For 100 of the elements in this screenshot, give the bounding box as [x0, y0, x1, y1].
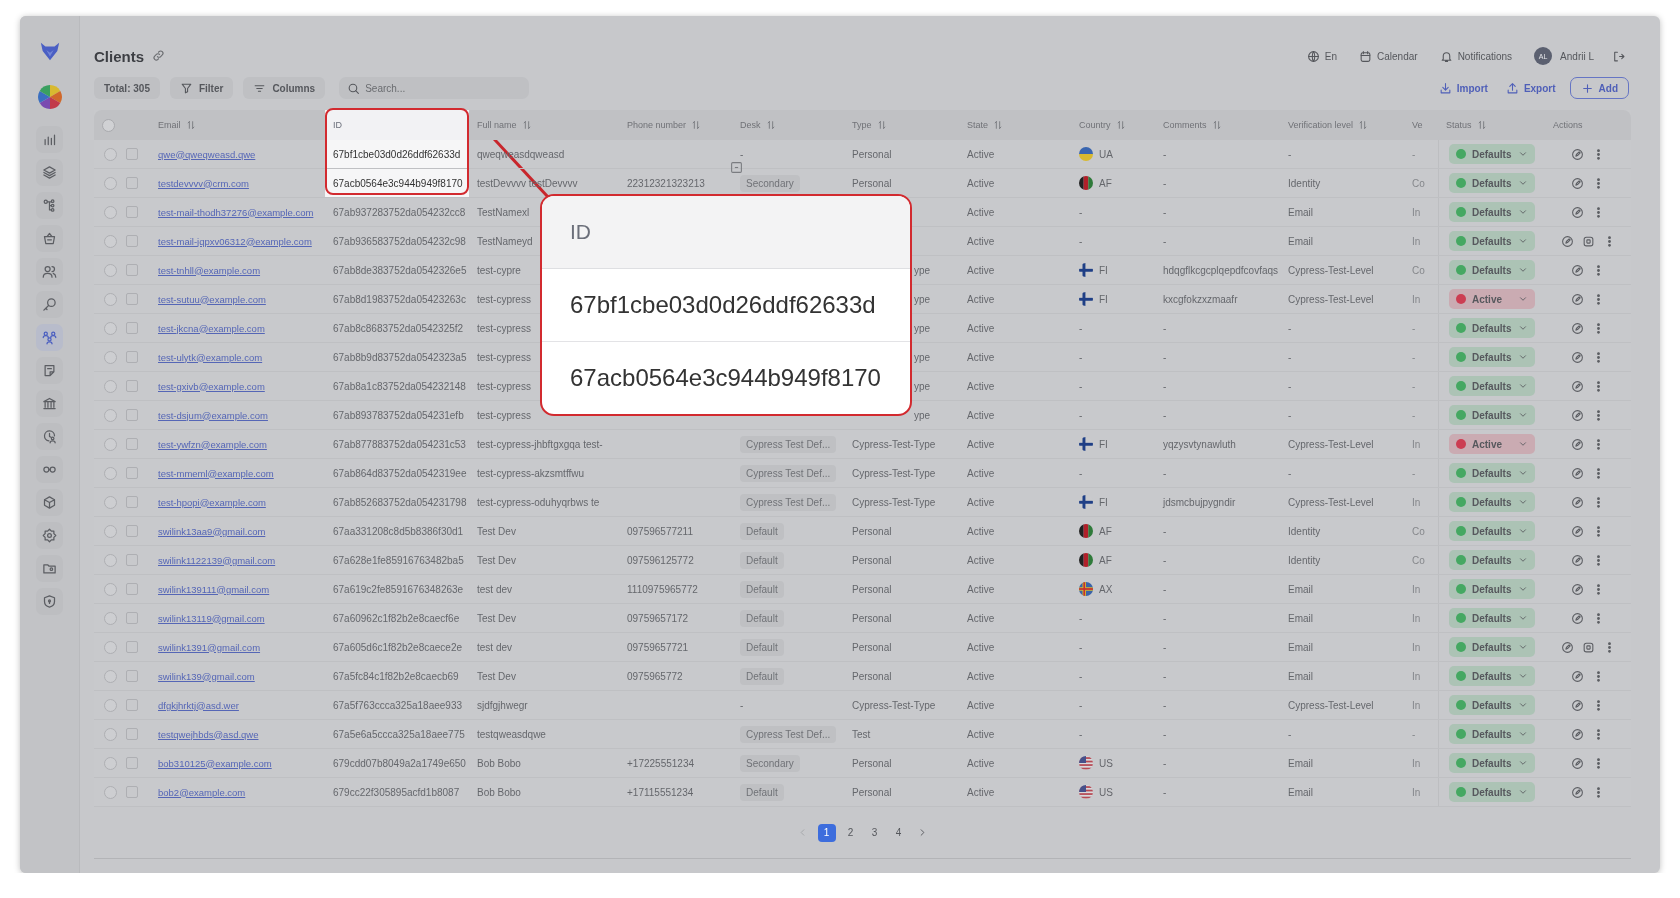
email-link[interactable]: qwe@qweqweasd.qwe [158, 148, 256, 160]
status-dropdown[interactable]: Defaults [1449, 608, 1535, 628]
email-link[interactable]: test-ulytk@example.com [158, 351, 263, 363]
status-dropdown[interactable]: Defaults [1449, 666, 1535, 686]
email-link[interactable]: test-tnhll@example.com [158, 264, 261, 276]
status-dropdown[interactable]: Defaults [1449, 579, 1535, 599]
status-dropdown[interactable]: Defaults [1449, 463, 1535, 483]
checkbox[interactable] [126, 351, 138, 363]
status-dropdown[interactable]: Defaults [1449, 637, 1535, 657]
email-link[interactable]: swilink139@gmail.com [158, 670, 255, 682]
checkbox[interactable] [126, 554, 138, 566]
radio-button[interactable] [104, 379, 117, 393]
page-button[interactable]: 2 [841, 823, 860, 842]
radio-button[interactable] [104, 147, 117, 161]
sidebar-item[interactable] [36, 489, 63, 516]
status-dropdown[interactable]: Defaults [1449, 318, 1535, 338]
sidebar-item[interactable] [36, 555, 63, 582]
email-link[interactable]: test-mmeml@example.com [158, 467, 274, 479]
status-dropdown[interactable]: Defaults [1449, 550, 1535, 570]
radio-button[interactable] [104, 698, 117, 712]
sidebar-item[interactable] [36, 588, 63, 615]
checkbox[interactable] [126, 148, 138, 160]
column-header[interactable]: Country [1079, 120, 1111, 130]
status-dropdown[interactable]: Defaults [1449, 405, 1535, 425]
column-header[interactable]: State [967, 120, 988, 130]
checkbox[interactable] [126, 670, 138, 682]
checkbox[interactable] [126, 380, 138, 392]
status-dropdown[interactable]: Active [1449, 434, 1535, 454]
import-button[interactable]: Import [1434, 81, 1492, 95]
email-link[interactable]: dfgkjhrktj@asd.wer [158, 699, 239, 711]
checkbox[interactable] [126, 728, 138, 740]
radio-button[interactable] [104, 205, 117, 219]
email-link[interactable]: bob310125@example.com [158, 757, 272, 769]
sidebar-item[interactable] [36, 225, 63, 252]
checkbox[interactable] [126, 641, 138, 653]
column-header[interactable]: Status [1446, 120, 1472, 130]
checkbox[interactable] [126, 438, 138, 450]
email-link[interactable]: bob2@example.com [158, 786, 246, 798]
status-dropdown[interactable]: Defaults [1449, 753, 1535, 773]
radio-button[interactable] [104, 350, 117, 364]
add-button[interactable]: Add [1569, 77, 1629, 99]
checkbox[interactable] [126, 322, 138, 334]
sidebar-item[interactable] [36, 357, 63, 384]
email-link[interactable]: test-ywfzn@example.com [158, 438, 267, 450]
email-link[interactable]: testqwejhbds@asd.qwe [158, 728, 259, 740]
radio-button[interactable] [104, 176, 117, 190]
email-link[interactable]: swilink1122139@gmail.com [158, 554, 276, 566]
status-dropdown[interactable]: Defaults [1449, 347, 1535, 367]
radio-button[interactable] [104, 466, 117, 480]
email-link[interactable]: swilink139111@gmail.com [158, 583, 270, 595]
radio-button[interactable] [104, 263, 117, 277]
radio-button[interactable] [104, 727, 117, 741]
column-header[interactable]: Type [852, 120, 872, 130]
column-header[interactable]: Desk [740, 120, 761, 130]
status-dropdown[interactable]: Defaults [1449, 202, 1535, 222]
status-dropdown[interactable]: Defaults [1449, 724, 1535, 744]
notifications-button[interactable]: Notifications [1439, 49, 1513, 63]
column-header[interactable]: Phone number [627, 120, 687, 130]
select-all-radio[interactable] [102, 118, 115, 132]
status-dropdown[interactable]: Defaults [1449, 695, 1535, 715]
radio-button[interactable] [104, 437, 117, 451]
radio-button[interactable] [104, 785, 117, 799]
radio-button[interactable] [104, 321, 117, 335]
sidebar-item[interactable] [36, 522, 63, 549]
column-header[interactable]: Full name [477, 120, 517, 130]
page-button[interactable]: 1 [817, 823, 836, 842]
email-link[interactable]: swilink1391@gmail.com [158, 641, 261, 653]
checkbox[interactable] [126, 525, 138, 537]
radio-button[interactable] [104, 408, 117, 422]
checkbox[interactable] [126, 467, 138, 479]
radio-button[interactable] [104, 292, 117, 306]
email-link[interactable]: test-sutuu@example.com [158, 293, 266, 305]
sidebar-item[interactable] [36, 126, 63, 153]
page-button[interactable]: 3 [865, 823, 884, 842]
radio-button[interactable] [104, 524, 117, 538]
email-link[interactable]: test-mail-jqpxv06312@example.com [158, 235, 312, 247]
checkbox[interactable] [126, 206, 138, 218]
radio-button[interactable] [104, 611, 117, 625]
radio-button[interactable] [104, 234, 117, 248]
search-field[interactable]: Search... [339, 77, 530, 99]
status-dropdown[interactable]: Defaults [1449, 231, 1535, 251]
radio-button[interactable] [104, 553, 117, 567]
status-dropdown[interactable]: Defaults [1449, 376, 1535, 396]
status-dropdown[interactable]: Defaults [1449, 492, 1535, 512]
sidebar-item[interactable] [36, 192, 63, 219]
radio-button[interactable] [104, 640, 117, 654]
checkbox[interactable] [126, 699, 138, 711]
status-dropdown[interactable]: Defaults [1449, 260, 1535, 280]
sidebar-item[interactable] [36, 324, 63, 351]
sidebar-item[interactable] [36, 390, 63, 417]
filter-button[interactable]: Filter [169, 77, 234, 99]
email-link[interactable]: test-hpopi@example.com [158, 496, 266, 508]
sidebar-item[interactable] [36, 159, 63, 186]
email-link[interactable]: swilink13119@gmail.com [158, 612, 265, 624]
status-dropdown[interactable]: Defaults [1449, 521, 1535, 541]
checkbox[interactable] [126, 583, 138, 595]
export-button[interactable]: Export [1501, 81, 1560, 95]
column-header[interactable]: Email [158, 120, 181, 130]
email-link[interactable]: testdevvvv@crm.com [158, 177, 249, 189]
language-button[interactable]: En [1306, 49, 1338, 63]
